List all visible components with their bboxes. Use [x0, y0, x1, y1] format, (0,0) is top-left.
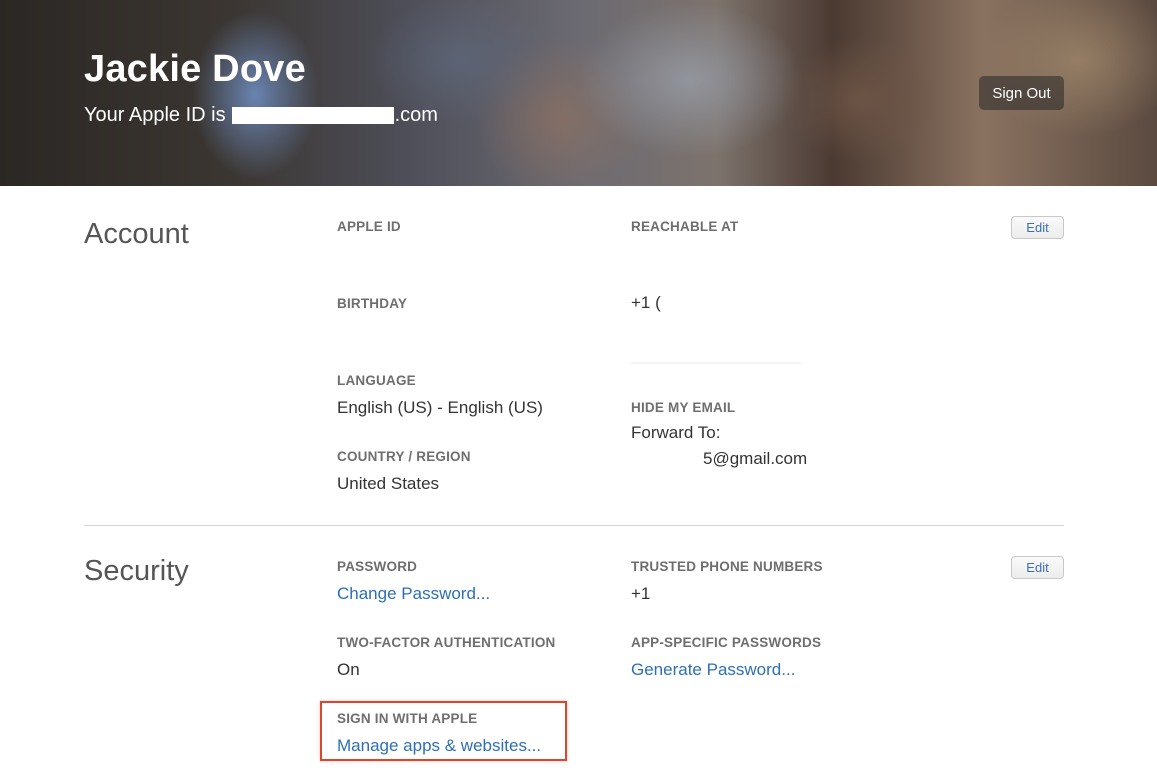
reachable-at-field: REACHABLE AT: [631, 219, 738, 235]
app-specific-passwords-field: APP-SPECIFIC PASSWORDS Generate Password…: [631, 635, 821, 681]
country-value: United States: [337, 474, 440, 493]
sign-out-button[interactable]: Sign Out: [979, 76, 1064, 110]
birthday-label: BIRTHDAY: [337, 296, 408, 311]
apple-id-line: Your Apple ID is .com: [84, 104, 438, 127]
reachable-phone-value: +1 (: [631, 293, 661, 312]
trusted-phone-value: +1: [631, 584, 651, 603]
sign-in-with-apple-label: SIGN IN WITH APPLE: [337, 711, 478, 726]
two-factor-label: TWO-FACTOR AUTHENTICATION: [337, 635, 556, 650]
account-holder-name: Jackie Dove: [84, 48, 306, 90]
change-password-link[interactable]: Change Password...: [337, 583, 490, 605]
apple-id-prefix: Your Apple ID is: [84, 104, 226, 126]
security-edit-button[interactable]: Edit: [1011, 556, 1064, 579]
sign-in-with-apple-field: SIGN IN WITH APPLE Manage apps & website…: [337, 711, 541, 757]
country-label: COUNTRY / REGION: [337, 449, 471, 464]
trusted-phone-label: TRUSTED PHONE NUMBERS: [631, 559, 823, 574]
two-factor-field: TWO-FACTOR AUTHENTICATION On: [337, 635, 555, 681]
country-field: COUNTRY / REGION United States: [337, 449, 471, 495]
language-value: English (US) - English (US): [337, 398, 543, 417]
redacted-line: [631, 362, 801, 364]
app-specific-passwords-label: APP-SPECIFIC PASSWORDS: [631, 635, 822, 650]
account-edit-button[interactable]: Edit: [1011, 216, 1064, 239]
profile-header-banner: Jackie Dove Your Apple ID is .com Sign O…: [0, 0, 1157, 186]
forward-email-suffix: 5@gmail.com: [703, 449, 808, 468]
reachable-phone: +1 (: [631, 292, 661, 314]
apple-id-label: APPLE ID: [337, 219, 401, 234]
security-section-title: Security: [84, 555, 189, 587]
hide-my-email-field: HIDE MY EMAIL Forward To: 5@gmail.com: [631, 400, 807, 470]
generate-password-link[interactable]: Generate Password...: [631, 659, 821, 681]
account-section-title: Account: [84, 218, 189, 250]
language-field: LANGUAGE English (US) - English (US): [337, 373, 543, 419]
birthday-field: BIRTHDAY: [337, 296, 407, 312]
language-label: LANGUAGE: [337, 373, 416, 388]
apple-id-field: APPLE ID: [337, 219, 401, 235]
manage-apps-websites-link[interactable]: Manage apps & websites...: [337, 735, 541, 757]
two-factor-value: On: [337, 660, 360, 679]
password-field: PASSWORD Change Password...: [337, 559, 490, 605]
forward-email: 5@gmail.com: [631, 448, 807, 470]
trusted-phone-field: TRUSTED PHONE NUMBERS +1: [631, 559, 823, 605]
redacted-email: [231, 107, 394, 124]
apple-id-suffix: .com: [394, 104, 438, 126]
hide-my-email-label: HIDE MY EMAIL: [631, 400, 736, 415]
password-label: PASSWORD: [337, 559, 418, 574]
reachable-at-label: REACHABLE AT: [631, 219, 739, 234]
forward-to-label: Forward To:: [631, 423, 721, 442]
redacted-email-part: [631, 450, 703, 469]
section-divider: [84, 525, 1064, 526]
